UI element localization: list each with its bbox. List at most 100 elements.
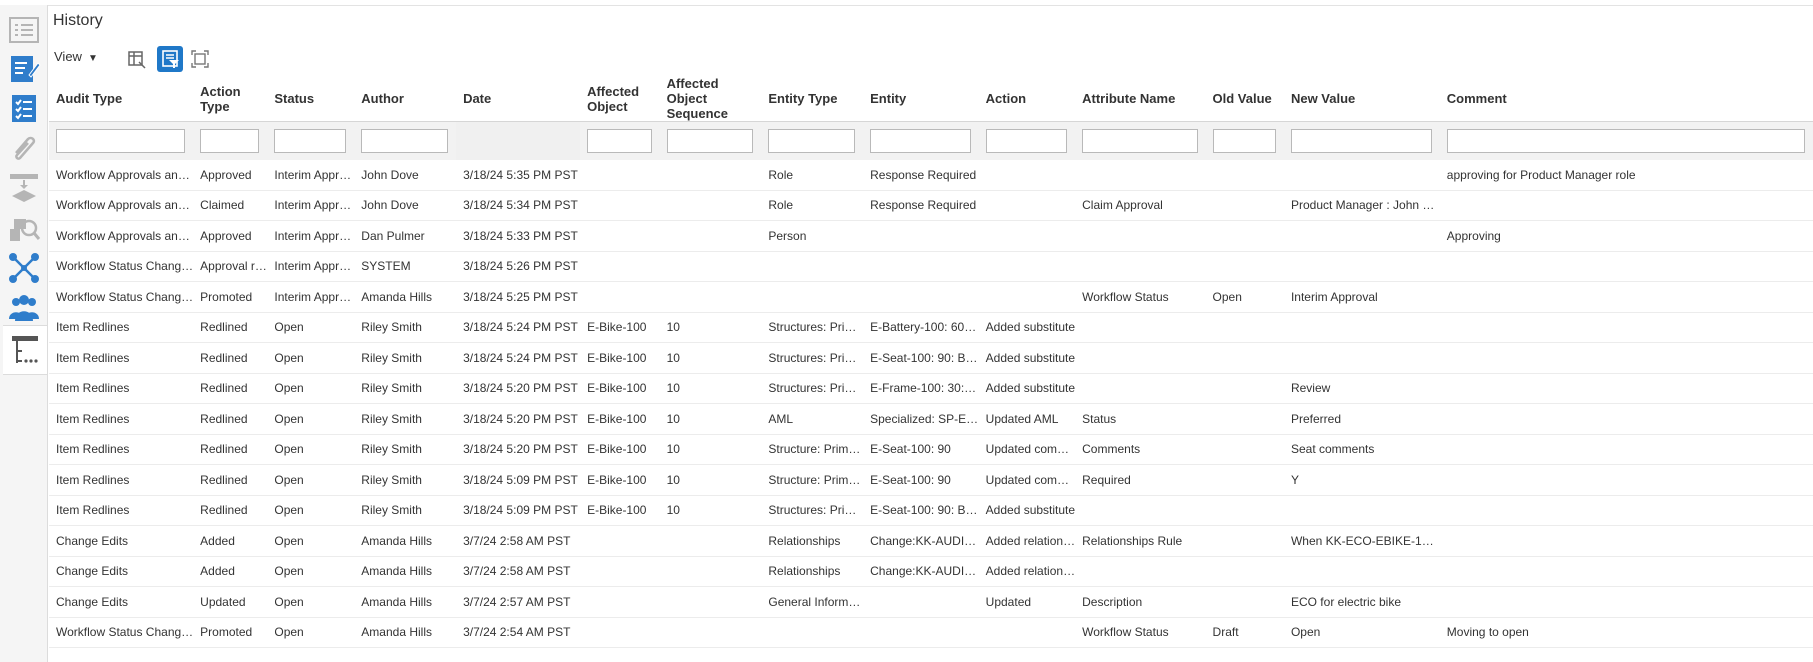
table-cell <box>1075 373 1206 404</box>
table-row[interactable]: Change Edits Added Open Amanda Hills 3/7/24 … <box>49 556 1813 587</box>
table-cell: Amanda Hills <box>354 281 457 313</box>
table-cell: Claimed <box>193 190 268 221</box>
column-header[interactable]: Status <box>267 76 355 122</box>
table-row[interactable]: Item Redlines Redlined Open Riley Smith 3/18… <box>49 495 1813 526</box>
filter-cell <box>354 121 457 160</box>
table-row[interactable]: Item Redlines Redlined Open Riley Smith 3/18… <box>49 464 1813 496</box>
filter-cell <box>193 121 268 160</box>
filter-input-affected-object-sequence[interactable] <box>666 129 754 153</box>
filter-input-audit-type[interactable] <box>56 129 186 153</box>
column-header[interactable]: Action Type <box>193 76 268 122</box>
table-cell: Change:KK-AUDIT-ECO <box>863 525 979 557</box>
table-cell: Approved <box>193 220 268 252</box>
table-row[interactable]: Item Redlines Redlined Open Riley Smith 3/18… <box>49 403 1813 435</box>
column-header[interactable]: Author <box>354 76 457 122</box>
table-cell: Added substitute <box>978 312 1076 343</box>
column-header[interactable]: Affected Object <box>580 76 660 122</box>
detach-table-icon[interactable] <box>187 46 213 72</box>
table-cell: Interim Approval <box>267 220 355 252</box>
table-cell: Relationships <box>761 525 864 557</box>
column-header[interactable]: Entity Type <box>761 76 864 122</box>
filter-input-affected-object[interactable] <box>587 129 652 153</box>
column-header[interactable]: Entity <box>863 76 979 122</box>
column-header[interactable]: Audit Type <box>49 76 194 122</box>
table-cell: E-Seat-100: 90 <box>863 434 979 465</box>
table-cell: Promoted <box>193 617 268 648</box>
table-cell: Item Redlines <box>49 403 194 435</box>
history-icon[interactable] <box>3 325 47 375</box>
table-row[interactable]: Workflow Status Changes Promoted Interim A… <box>49 281 1813 313</box>
table-cell: Updated <box>978 586 1076 618</box>
filter-input-attribute-name[interactable] <box>1082 129 1198 153</box>
table-cell: AML <box>761 403 864 435</box>
table-cell: E-Bike-100 <box>580 464 660 496</box>
table-cell: Structures: Primary <box>761 373 864 404</box>
table-cell: 3/7/24 2:58 AM PST <box>456 556 581 587</box>
filter-row <box>49 121 1813 160</box>
column-header[interactable]: Attribute Name <box>1075 76 1206 122</box>
table-row[interactable]: Change Edits Updated Open Amanda Hills 3/7/2… <box>49 586 1813 618</box>
table-cell <box>1205 525 1284 557</box>
table-cell: 10 <box>659 464 762 496</box>
checklist-icon[interactable] <box>7 91 41 125</box>
table-row[interactable]: Workflow Approvals and RejectionsClaimed… <box>49 190 1813 221</box>
attachment-icon[interactable] <box>7 131 41 165</box>
column-header[interactable]: Affected Object Sequence <box>659 76 762 122</box>
column-header[interactable]: New Value <box>1283 76 1440 122</box>
table-row[interactable]: Item Redlines Redlined Open Riley Smith 3/18… <box>49 342 1813 374</box>
filter-input-entity[interactable] <box>870 129 971 153</box>
table-cell: 3/18/24 5:24 PM PST <box>456 312 581 343</box>
filter-input-status[interactable] <box>274 129 347 153</box>
column-header[interactable]: Comment <box>1439 76 1813 122</box>
table-cell: Added substitute <box>978 342 1076 374</box>
table-cell: SYSTEM <box>354 251 457 282</box>
table-cell: 3/7/24 2:54 AM PST <box>456 617 581 648</box>
table-row[interactable]: Workflow Approvals and RejectionsApprove… <box>49 220 1813 252</box>
table-cell <box>761 617 864 648</box>
column-header[interactable]: Date <box>456 76 581 122</box>
table-cell <box>863 251 979 282</box>
table-cell <box>1439 495 1813 526</box>
table-row[interactable]: Change Edits Added Open Amanda Hills 3/7/24 … <box>49 525 1813 557</box>
table-row[interactable]: Workflow Approvals and RejectionsApprove… <box>49 160 1813 191</box>
team-icon[interactable] <box>7 291 41 325</box>
filter-input-author[interactable] <box>361 129 449 153</box>
filter-cell <box>580 121 660 160</box>
relationships-icon[interactable] <box>7 251 41 285</box>
table-row[interactable]: Item Redlines Redlined Open Riley Smith 3/18… <box>49 373 1813 404</box>
table-row[interactable]: Item Redlines Redlined Open Riley Smith 3/18… <box>49 434 1813 465</box>
table-cell: Open <box>267 312 355 343</box>
table-cell: Structures: Primary <box>761 342 864 374</box>
table-cell: Redlined <box>193 373 268 404</box>
filter-cell <box>1283 121 1440 160</box>
table-cell: 10 <box>659 312 762 343</box>
table-cell: Added relationship <box>978 525 1076 557</box>
filter-input-new-value[interactable] <box>1290 129 1432 153</box>
filter-input-action-type[interactable] <box>200 129 260 153</box>
freeze-columns-icon[interactable] <box>124 46 150 72</box>
where-used-search-icon[interactable] <box>7 211 41 245</box>
filter-input-entity-type[interactable] <box>768 129 856 153</box>
edit-document-icon[interactable] <box>7 51 41 85</box>
filter-input-action[interactable] <box>985 129 1068 153</box>
filter-input-comment[interactable] <box>1446 129 1805 153</box>
table-cell <box>659 586 762 618</box>
filter-cell <box>1205 121 1284 160</box>
column-header[interactable]: Old Value <box>1205 76 1284 122</box>
table-row[interactable]: Workflow Status ChangesApproval requeste… <box>49 251 1813 282</box>
filter-input-old-value[interactable] <box>1212 129 1276 153</box>
table-cell: Redlined <box>193 403 268 435</box>
table-cell: Amanda Hills <box>354 617 457 648</box>
column-header[interactable]: Action <box>978 76 1076 122</box>
query-by-example-icon[interactable] <box>157 46 183 72</box>
view-menu-button[interactable]: View ▼ <box>54 49 98 64</box>
filter-cell-empty <box>456 121 581 160</box>
table-cell <box>1439 312 1813 343</box>
table-row[interactable]: Workflow Status Changes Promoted Open Amand… <box>49 617 1813 648</box>
table-cell: Response Required <box>863 190 979 221</box>
chevron-down-icon: ▼ <box>87 53 98 64</box>
table-row[interactable]: Item Redlines Redlined Open Riley Smith 3/18… <box>49 312 1813 343</box>
list-icon[interactable] <box>7 13 41 47</box>
table-cell: Interim Approval <box>267 190 355 221</box>
workflow-icon[interactable] <box>7 171 41 205</box>
